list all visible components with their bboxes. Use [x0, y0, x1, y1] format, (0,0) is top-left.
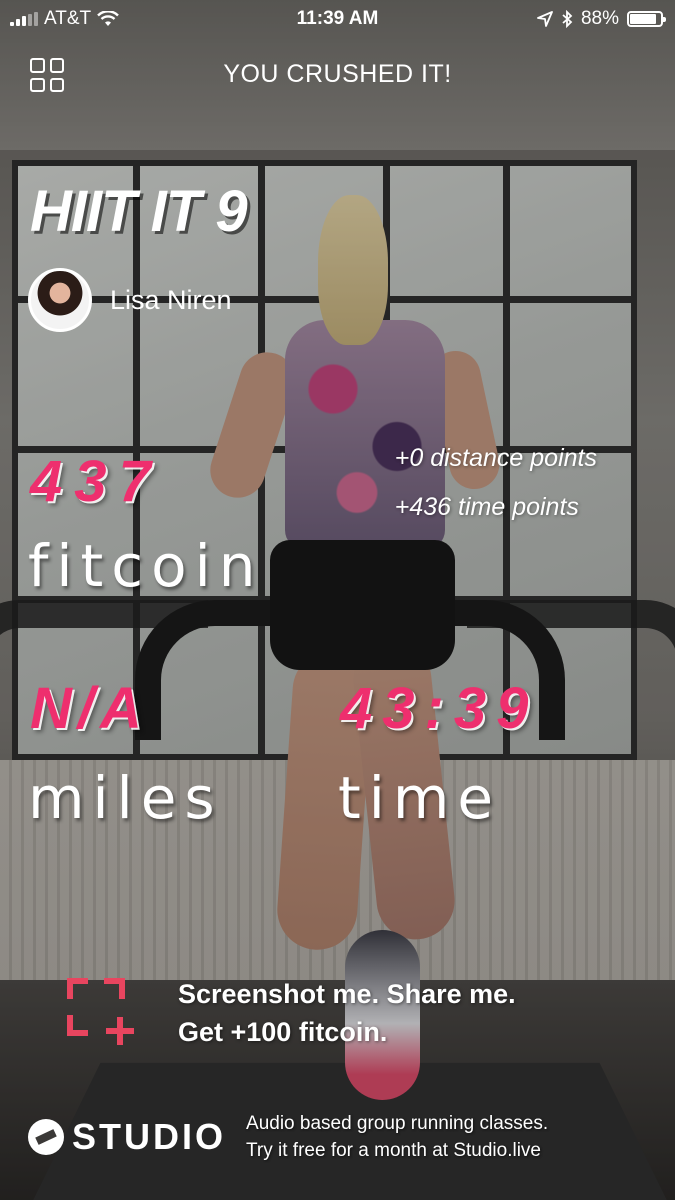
share-prompt[interactable]: Screenshot me. Share me. Get +100 fitcoi…: [66, 975, 516, 1051]
bluetooth-icon: [562, 10, 573, 28]
footer-line-2: Try it free for a month at Studio.live: [246, 1140, 541, 1161]
screenshot-share-icon: [67, 978, 134, 1045]
studio-logo: STUDIO: [28, 1116, 226, 1158]
footer[interactable]: STUDIO Audio based group running classes…: [28, 1110, 548, 1164]
fitcoin-label: fitcoin: [28, 532, 264, 600]
location-icon: [537, 11, 553, 27]
distance-points: +0 distance points: [394, 444, 597, 472]
page-title: YOU CRUSHED IT!: [223, 60, 452, 88]
instructor-avatar: [28, 268, 92, 332]
class-title: HIIT IT 9: [30, 179, 248, 244]
battery-percent: 88%: [580, 8, 619, 29]
time-points: +436 time points: [394, 493, 579, 521]
fitcoin-value: 437: [30, 449, 163, 514]
status-bar: AT&T 11:39 AM 88%: [0, 0, 675, 36]
battery-icon: [627, 11, 666, 27]
footer-line-1: Audio based group running classes.: [246, 1113, 549, 1134]
studio-brand: STUDIO: [72, 1116, 227, 1157]
share-line-2: Get +100 fitcoin.: [178, 1017, 388, 1047]
share-line-1: Screenshot me. Share me.: [178, 979, 516, 1009]
instructor[interactable]: Lisa Niren: [28, 268, 232, 332]
points-breakdown: +0 distance points +436 time points: [395, 444, 597, 542]
time-value: 43:39: [340, 676, 539, 741]
instructor-name: Lisa Niren: [110, 284, 232, 315]
time-label: time: [338, 764, 502, 832]
miles-value: N/A: [30, 676, 148, 741]
studio-logo-icon: [28, 1119, 64, 1155]
miles-label: miles: [28, 764, 223, 832]
